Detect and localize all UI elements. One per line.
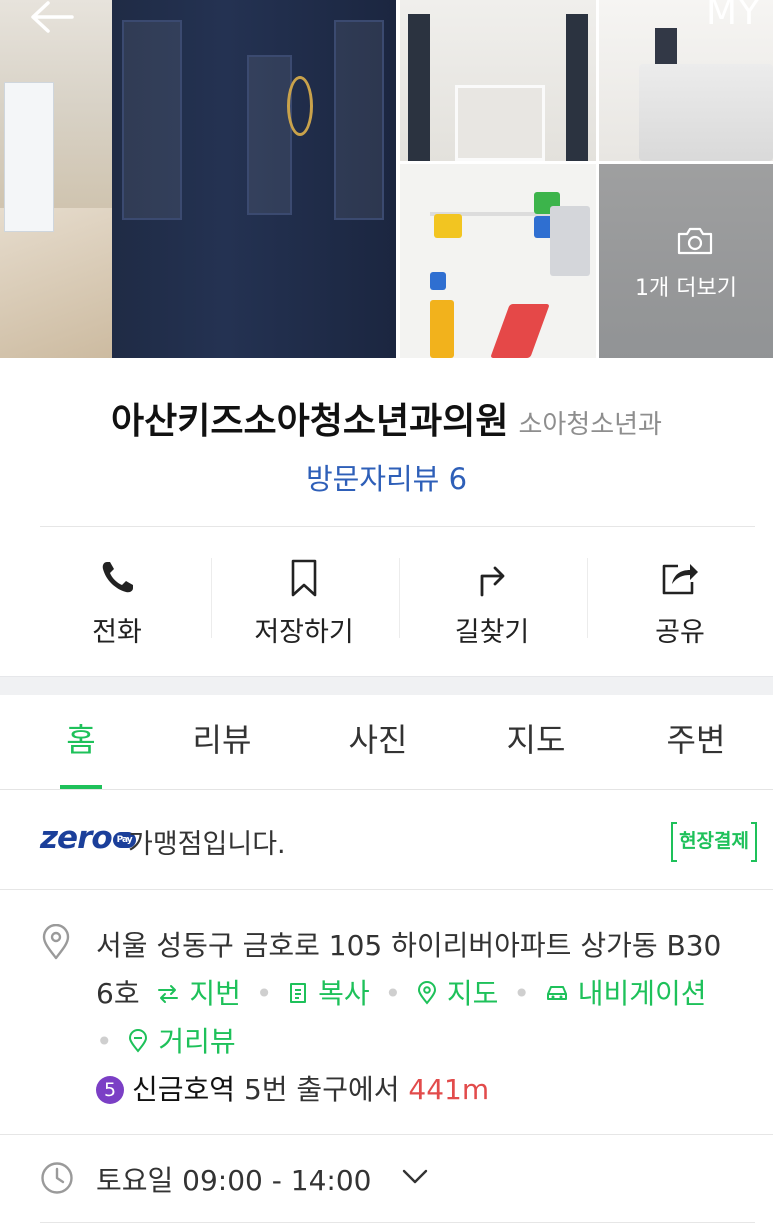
tab-bar: 홈 리뷰 사진 지도 주변 xyxy=(0,695,773,790)
my-button[interactable]: MY xyxy=(706,0,761,33)
more-photos-label: 1개 더보기 xyxy=(635,276,737,301)
tab-review[interactable]: 리뷰 xyxy=(162,715,282,761)
save-label: 저장하기 xyxy=(254,617,354,648)
photo-kids-room[interactable] xyxy=(400,164,596,358)
street-view-icon xyxy=(129,1029,148,1053)
copy-link[interactable]: 복사 xyxy=(278,977,378,1010)
chevron-down-icon[interactable] xyxy=(402,1169,428,1185)
visitor-review-link[interactable]: 방문자리뷰 6 xyxy=(0,456,773,498)
share-button[interactable]: 공유 xyxy=(585,528,773,674)
tab-home[interactable]: 홈 xyxy=(21,715,141,761)
hours-text: 토요일 09:00 - 14:00 xyxy=(96,1164,372,1197)
action-bar: 전화 저장하기 길찾기 공유 xyxy=(0,528,773,674)
photo-main[interactable] xyxy=(0,0,396,358)
swap-icon xyxy=(158,985,179,1003)
copy-icon xyxy=(290,983,307,1003)
share-icon xyxy=(662,564,698,595)
active-tab-indicator xyxy=(60,785,102,789)
photo-more[interactable]: 1개 더보기 xyxy=(599,164,773,358)
place-title-row: 아산키즈소아청소년과의원 소아청소년과 xyxy=(0,392,773,444)
call-button[interactable]: 전화 xyxy=(22,528,212,674)
map-link[interactable]: 지도 xyxy=(407,977,507,1010)
place-name: 아산키즈소아청소년과의원 xyxy=(111,401,509,442)
location-pin-icon xyxy=(42,924,70,960)
jibun-link[interactable]: 지번 xyxy=(156,977,249,1010)
tab-photo[interactable]: 사진 xyxy=(318,715,438,761)
arrow-left-icon[interactable] xyxy=(28,0,76,36)
zeropay-text: 가맹점입니다. xyxy=(128,829,286,860)
camera-icon xyxy=(677,227,713,255)
divider xyxy=(40,526,755,527)
address-line-2: 6호 지번 • 복사 • 지도 • 내비게이션 xyxy=(96,977,707,1010)
bookmark-icon xyxy=(291,559,317,597)
address-line-3: • 거리뷰 xyxy=(96,1025,236,1058)
place-category: 소아청소년과 xyxy=(518,410,662,440)
directions-icon xyxy=(480,566,505,597)
clock-icon xyxy=(41,1162,73,1194)
phone-icon xyxy=(102,562,133,593)
tab-map[interactable]: 지도 xyxy=(476,715,596,761)
directions-label: 길찾기 xyxy=(454,617,530,648)
subway-line-badge: 5 xyxy=(96,1076,124,1104)
address-text: 서울 성동구 금호로 105 하이리버아파트 상가동 B30 xyxy=(96,929,722,962)
zeropay-logo: zero Pay xyxy=(40,820,136,856)
address-text-cont: 6호 xyxy=(96,977,140,1010)
zeropay-row: zero Pay 가맹점입니다. 현장결제 xyxy=(0,790,773,890)
tab-nearby[interactable]: 주변 xyxy=(636,715,756,761)
clinic-logo-emblem xyxy=(287,76,313,136)
station-distance: 441m xyxy=(408,1073,490,1106)
save-button[interactable]: 저장하기 xyxy=(209,528,399,674)
navigation-link[interactable]: 내비게이션 xyxy=(536,977,707,1010)
photo-gallery[interactable]: 1개 더보기 xyxy=(0,0,773,358)
call-label: 전화 xyxy=(92,617,142,648)
car-icon xyxy=(546,986,567,1000)
divider xyxy=(40,1222,755,1223)
photo-hallway[interactable] xyxy=(400,0,596,161)
map-pin-icon xyxy=(418,981,437,1005)
section-gap xyxy=(0,676,773,695)
address-section: 서울 성동구 금호로 105 하이리버아파트 상가동 B30 6호 지번 • 복… xyxy=(0,890,773,1135)
business-hours-row[interactable]: 토요일 09:00 - 14:00 xyxy=(0,1135,773,1225)
share-label: 공유 xyxy=(655,617,705,648)
photo-clinic-wall xyxy=(112,0,396,358)
street-view-link[interactable]: 거리뷰 xyxy=(119,1025,236,1058)
onsite-payment-badge: 현장결제 xyxy=(671,822,757,862)
photo-standing-sign xyxy=(4,82,54,232)
station-name: 신금호역 xyxy=(132,1073,236,1106)
subway-info: 5 신금호역 5번 출구에서 441m xyxy=(96,1068,489,1108)
station-exit: 5번 출구에서 xyxy=(243,1073,400,1106)
directions-button[interactable]: 길찾기 xyxy=(397,528,587,674)
